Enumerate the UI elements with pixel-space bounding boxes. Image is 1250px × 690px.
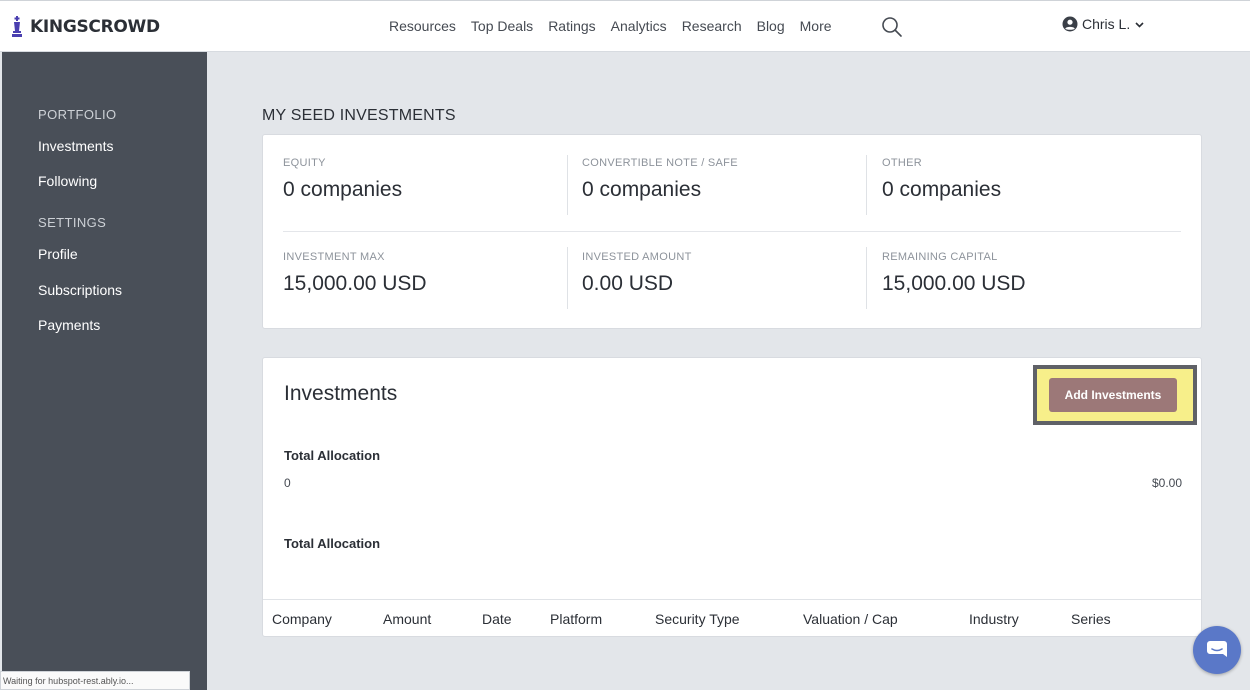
sidebar-item-investments[interactable]: Investments xyxy=(38,138,113,154)
sidebar-item-following[interactable]: Following xyxy=(38,173,97,189)
page-title: MY SEED INVESTMENTS xyxy=(262,107,456,124)
browser-status-bar: Waiting for hubspot-rest.ably.io... xyxy=(0,671,190,690)
stat-label: EQUITY xyxy=(283,157,326,169)
sidebar-item-payments[interactable]: Payments xyxy=(38,317,100,333)
investment-summary-card: EQUITY 0 companies CONVERTIBLE NOTE / SA… xyxy=(262,134,1202,329)
sidebar-heading-settings: SETTINGS xyxy=(38,215,107,230)
total-allocation-label: Total Allocation xyxy=(284,448,381,463)
column-security-type[interactable]: Security Type xyxy=(655,611,740,627)
stat-convertible-note: CONVERTIBLE NOTE / SAFE 0 companies xyxy=(582,157,738,202)
column-amount[interactable]: Amount xyxy=(383,611,431,627)
nav-more[interactable]: More xyxy=(800,18,832,34)
add-investments-highlight: Add Investments xyxy=(1033,365,1197,425)
nav-top-deals[interactable]: Top Deals xyxy=(471,18,533,34)
highlight-box: Add Investments xyxy=(1037,369,1193,421)
column-industry[interactable]: Industry xyxy=(969,611,1019,627)
user-name: Chris L. xyxy=(1082,16,1131,32)
nav-analytics[interactable]: Analytics xyxy=(611,18,667,34)
stat-value: 0.00 USD xyxy=(582,272,674,295)
sidebar-item-profile[interactable]: Profile xyxy=(38,246,78,262)
sidebar-item-subscriptions[interactable]: Subscriptions xyxy=(38,282,122,298)
stat-value: 15,000.00 USD xyxy=(882,272,1026,295)
column-platform[interactable]: Platform xyxy=(550,611,602,627)
stat-label: INVESTED AMOUNT xyxy=(582,251,692,263)
user-avatar-icon xyxy=(1062,16,1078,32)
investments-table-header: Company Amount Date Platform Security Ty… xyxy=(263,599,1201,637)
investments-title: Investments xyxy=(284,382,398,405)
chess-king-icon xyxy=(12,16,22,37)
total-allocation-label-secondary: Total Allocation xyxy=(284,536,381,551)
nav-resources[interactable]: Resources xyxy=(389,18,456,34)
user-menu[interactable]: Chris L. xyxy=(1062,16,1145,32)
stat-label: OTHER xyxy=(882,157,922,169)
divider xyxy=(866,247,867,309)
stat-investment-max: INVESTMENT MAX 15,000.00 USD xyxy=(283,251,427,296)
stat-value: 0 companies xyxy=(283,178,403,201)
chevron-down-icon xyxy=(1135,21,1144,28)
nav-blog[interactable]: Blog xyxy=(757,18,785,34)
column-company[interactable]: Company xyxy=(272,611,332,627)
stat-remaining-capital: REMAINING CAPITAL 15,000.00 USD xyxy=(882,251,1026,296)
stat-invested-amount: INVESTED AMOUNT 0.00 USD xyxy=(582,251,692,296)
chat-bubble-icon xyxy=(1207,641,1227,657)
nav-research[interactable]: Research xyxy=(682,18,742,34)
stat-value: 15,000.00 USD xyxy=(283,272,427,295)
column-valuation-cap[interactable]: Valuation / Cap xyxy=(803,611,898,627)
column-date[interactable]: Date xyxy=(482,611,512,627)
stat-label: CONVERTIBLE NOTE / SAFE xyxy=(582,157,738,169)
stat-other: OTHER 0 companies xyxy=(882,157,1001,202)
stat-label: REMAINING CAPITAL xyxy=(882,251,998,263)
add-investments-button[interactable]: Add Investments xyxy=(1049,378,1177,412)
total-allocation-amount: $0.00 xyxy=(1151,476,1182,490)
logo-text: KINGSCROWD xyxy=(30,17,160,37)
investments-card: Investments Add Investments Total Alloca… xyxy=(262,357,1202,637)
sidebar: PORTFOLIO Investments Following SETTINGS… xyxy=(2,52,207,690)
stat-label: INVESTMENT MAX xyxy=(283,251,385,263)
divider xyxy=(866,155,867,215)
top-navbar: KINGSCROWD Resources Top Deals Ratings A… xyxy=(0,0,1250,52)
nav-ratings[interactable]: Ratings xyxy=(548,18,595,34)
main-nav: Resources Top Deals Ratings Analytics Re… xyxy=(389,18,847,34)
stat-value: 0 companies xyxy=(882,178,1002,201)
column-series[interactable]: Series xyxy=(1071,611,1111,627)
search-icon[interactable] xyxy=(881,16,903,38)
stat-equity: EQUITY 0 companies xyxy=(283,157,402,202)
chat-widget-button[interactable] xyxy=(1193,626,1241,674)
divider xyxy=(567,247,568,309)
divider xyxy=(567,155,568,215)
divider xyxy=(283,231,1181,232)
logo[interactable]: KINGSCROWD xyxy=(10,15,160,39)
total-allocation-count: 0 xyxy=(284,476,291,490)
sidebar-heading-portfolio: PORTFOLIO xyxy=(38,107,117,122)
stat-value: 0 companies xyxy=(582,178,702,201)
